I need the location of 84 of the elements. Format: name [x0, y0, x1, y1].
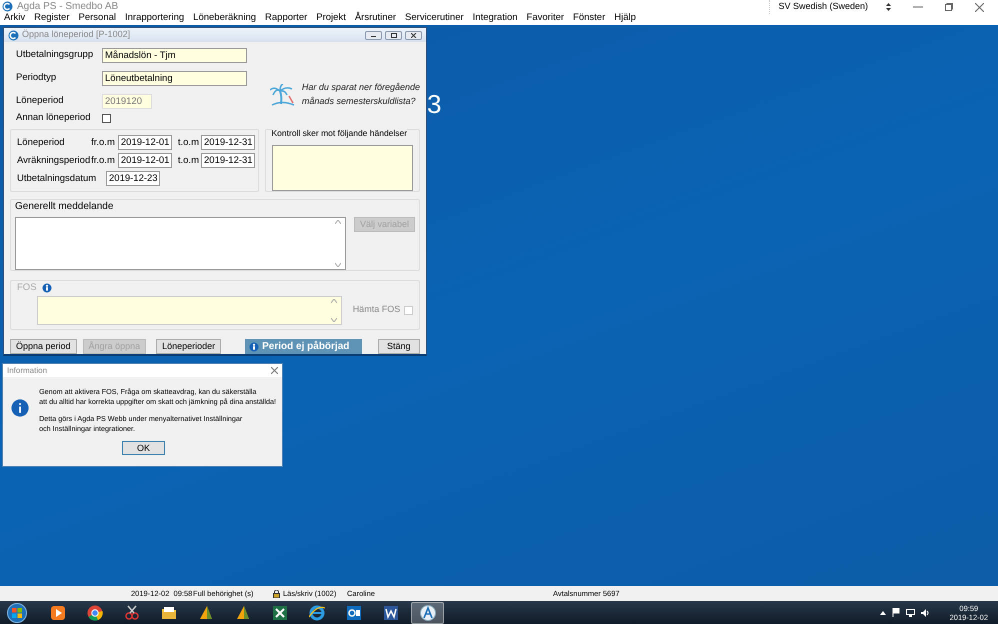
app-logo-icon[interactable] — [420, 604, 436, 620]
field-label: t.o.m — [178, 136, 199, 150]
field-label: Utbetalningsdatum — [17, 172, 98, 186]
maximize-button[interactable] — [385, 30, 402, 40]
scissors-icon[interactable] — [124, 604, 140, 620]
field-label: Periodtyp — [16, 71, 58, 86]
text-field[interactable]: Löneutbetalning — [102, 71, 247, 86]
folder-icon[interactable] — [160, 604, 176, 620]
document-icon[interactable] — [382, 604, 398, 620]
play-icon[interactable] — [50, 604, 66, 620]
scroll-up-icon — [330, 298, 337, 302]
field-label: Utbetalningsgrupp — [16, 48, 94, 62]
menu-item[interactable]: Personal — [78, 10, 116, 26]
field-label: t.o.m — [178, 154, 199, 168]
spreadsheet-icon[interactable] — [272, 604, 288, 620]
checkbox-label: Annan löneperiod — [16, 111, 92, 125]
close-icon[interactable] — [975, 2, 984, 12]
browser-icon[interactable] — [86, 604, 102, 620]
dialog-title: Information — [7, 364, 48, 376]
menu-item[interactable]: Integration — [472, 10, 518, 26]
group-title: Generellt meddelande — [15, 200, 114, 214]
lock-icon — [273, 590, 280, 598]
info-icon — [11, 398, 30, 418]
info-icon — [42, 283, 52, 294]
dialog-button[interactable]: Löneperioder — [156, 339, 222, 354]
dialog-title: Öppna löneperiod [P-1002] — [22, 28, 132, 42]
maximize-icon — [390, 32, 396, 38]
menu-item[interactable]: Inrapportering — [125, 10, 184, 26]
fos-label: FOS — [17, 281, 37, 296]
date-field[interactable]: 2019-12-31 — [201, 153, 255, 168]
ok-button[interactable]: OK — [122, 441, 165, 455]
field-label: Löneperiod — [17, 136, 65, 150]
menu-item[interactable]: Hjälp — [614, 10, 636, 26]
menu-item[interactable]: Löneberäkning — [193, 10, 256, 26]
scroll-down-icon — [335, 263, 342, 268]
menu-item[interactable]: Årsrutiner — [354, 10, 396, 26]
status-text: Period ej påbörjad — [262, 340, 350, 354]
menu-item[interactable]: Fönster — [573, 10, 606, 26]
network-icon[interactable] — [906, 608, 915, 616]
field-label: Löneperiod — [16, 94, 65, 108]
language-label: SV Swedish (Sweden) — [778, 0, 868, 14]
language-dropdown[interactable]: SV Swedish (Sweden) — [769, 0, 891, 14]
flag-icon[interactable] — [892, 608, 900, 617]
menu-item[interactable]: Register — [34, 10, 70, 26]
close-icon — [410, 32, 416, 38]
minimize-button[interactable] — [365, 30, 382, 40]
start-orb-icon[interactable] — [7, 602, 27, 622]
close-dialog-button[interactable]: Stäng — [378, 339, 420, 354]
menu-item[interactable]: Arkiv — [4, 10, 26, 26]
menu-item[interactable]: Projekt — [316, 10, 346, 26]
desktop-text: 3 — [427, 88, 442, 121]
checkbox[interactable] — [102, 114, 111, 123]
speaker-icon[interactable] — [920, 608, 930, 616]
date-field[interactable]: 2019-12-01 — [118, 135, 172, 150]
menu-item[interactable]: Servicerutiner — [405, 10, 464, 26]
date-field[interactable]: 2019-12-31 — [201, 135, 255, 150]
reminder-text: Har du sparat ner föregående månads semesterskuldlista? — [302, 81, 420, 108]
globe-icon[interactable] — [308, 604, 324, 620]
field-label: Avräkningsperiod — [17, 154, 90, 168]
checkbox-label: Hämta FOS — [352, 303, 400, 316]
scroll-up-icon — [335, 220, 342, 224]
message-text-area[interactable] — [15, 217, 346, 270]
text-field[interactable]: Månadslön - Tjm — [102, 48, 247, 63]
dropdown-arrows-icon — [886, 3, 891, 11]
mail-icon[interactable] — [346, 604, 362, 620]
menu-item[interactable]: Rapporter — [265, 10, 308, 26]
field-label: fr.o.m — [91, 136, 115, 150]
menu-item[interactable]: Favoriter — [526, 10, 564, 26]
date-field[interactable]: 2019-12-01 — [118, 153, 172, 168]
dialog-button[interactable]: Öppna period — [10, 339, 77, 354]
triangle-icon[interactable] — [198, 604, 214, 620]
restore-icon[interactable] — [945, 3, 953, 11]
field-label: fr.o.m — [91, 154, 115, 168]
app-logo-icon — [8, 30, 19, 40]
info-icon — [249, 342, 260, 352]
app-title: Agda PS - Smedbo AB — [17, 0, 118, 13]
chevron-up-icon[interactable] — [880, 610, 886, 614]
group-title: Kontroll sker mot följande händelser — [272, 127, 408, 140]
palm-tree-icon — [270, 84, 296, 106]
close-button[interactable] — [405, 30, 422, 40]
close-icon[interactable] — [271, 367, 278, 374]
date-field[interactable]: 2019-12-23 — [106, 171, 160, 186]
triangle-icon[interactable] — [234, 604, 250, 620]
scroll-down-icon — [330, 318, 337, 322]
